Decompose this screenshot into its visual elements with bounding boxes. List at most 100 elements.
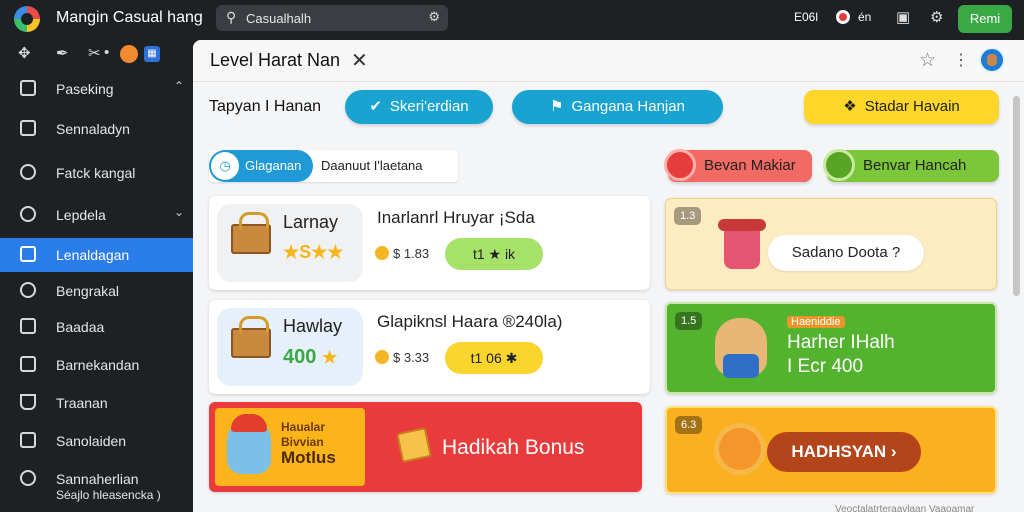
sidebar-item-sanolaiden[interactable]: Sanolaiden	[0, 426, 193, 456]
mascot-icon	[227, 414, 271, 474]
sidebar-item-label: Barnekandan	[56, 357, 140, 373]
home-icon	[20, 432, 36, 448]
mascot-icon	[718, 219, 766, 269]
segment-active[interactable]: ◷ Glaganan	[209, 150, 313, 182]
chest-icon	[231, 316, 271, 358]
sidebar-item-sennaladyn[interactable]: Sennaladyn	[0, 114, 193, 144]
filter-pill-1[interactable]: ✔ Skeri'erdian	[345, 90, 493, 124]
offer-buy-button[interactable]: t1 ★ ik	[445, 238, 543, 270]
calendar-icon	[20, 246, 36, 262]
sidebar-item-label: Sennaladyn	[56, 121, 130, 137]
app-logo-icon	[14, 6, 40, 32]
sidebar-item-bengrakal[interactable]: Bengrakal	[0, 276, 193, 306]
user-icon	[20, 282, 36, 298]
more-icon[interactable]: ⋮	[953, 50, 969, 70]
sidebar-item-label: Baadaa	[56, 319, 105, 335]
search-box[interactable]: ⚲ ⚙	[216, 5, 448, 31]
sidebar-item-barnekandan[interactable]: Barnekandan	[0, 350, 193, 380]
card-action-button[interactable]: HADHSYAN ›	[767, 432, 921, 472]
card-tag: 1.3	[674, 207, 702, 225]
chevron-up-icon[interactable]: ⌃	[174, 79, 184, 93]
star-icon: ★	[321, 348, 338, 367]
record-icon[interactable]	[836, 10, 850, 24]
avatar[interactable]	[979, 47, 1005, 73]
check-icon: ✔	[369, 98, 382, 115]
coin-icon	[375, 246, 389, 260]
dog-mascot-icon	[715, 318, 767, 378]
sun-icon	[719, 428, 761, 470]
card-label: Haeniddie	[787, 316, 845, 328]
button-label: HADHSYAN	[791, 442, 887, 461]
button-label: Benvar Hancah	[863, 157, 967, 174]
page-title: Level Harat Nan	[210, 50, 341, 70]
topbar-item[interactable]: E06l	[794, 10, 818, 24]
sidebar-item-label: Traanan	[56, 395, 108, 411]
bonus-line-3: Motlus	[281, 448, 336, 467]
top-action-button[interactable]: Remi	[958, 5, 1012, 33]
sidebar-item-sannaherlian[interactable]: Sannaherlian Séajlo hleasencka )	[0, 464, 193, 504]
search-options-icon[interactable]: ⚙	[428, 9, 440, 25]
offer-buy-button[interactable]: t1 06 ✱	[445, 342, 543, 374]
share-icon[interactable]: ▣	[896, 8, 910, 26]
red-action-button[interactable]: Bevan Makiar	[664, 149, 812, 182]
card-tag: 6.3	[675, 416, 703, 434]
sidebar: ✥ ✒ ✂ • ▦ Paseking ⌃ Sennaladyn Fatck ka…	[0, 38, 193, 512]
filter-pill-2[interactable]: ⚑ Gangana Hanjan	[512, 90, 723, 124]
chevron-down-icon[interactable]: ⌄	[174, 205, 184, 219]
chat-icon	[20, 470, 36, 486]
move-icon[interactable]: ✥	[18, 44, 31, 62]
speech-bubble: Sadano Doota ?	[768, 235, 924, 271]
badge-icon	[664, 149, 696, 181]
search-icon	[20, 164, 36, 180]
filter-label: Tapyan I Hanan	[209, 98, 322, 115]
side-card-1[interactable]: 1.3 Sadano Doota ?	[665, 198, 997, 290]
sidebar-item-traanan[interactable]: Traanan	[0, 388, 193, 418]
cup-icon	[20, 394, 36, 410]
pill-label: Gangana Hanjan	[571, 98, 685, 115]
sidebar-item-lepdela[interactable]: Lepdela ⌄	[0, 200, 193, 230]
offer-card-2[interactable]: Hawlay 400 ★ Glapiknsl Haara ®240la) $ 3…	[209, 300, 650, 394]
sidebar-item-paseking[interactable]: Paseking ⌃	[0, 74, 193, 104]
search-input[interactable]	[246, 8, 416, 28]
price-value: $ 3.33	[393, 350, 430, 365]
sidebar-item-baadaa[interactable]: Baadaa	[0, 312, 193, 342]
chest-icon	[231, 212, 271, 254]
bonus-badge-text: Haualar Bivvian Motlus	[281, 420, 336, 467]
small-icon[interactable]: •	[104, 44, 109, 61]
grid-icon[interactable]: ▦	[144, 46, 160, 62]
offer-description: Inarlanrl Hruyar ¡Sda	[377, 208, 535, 227]
scrollbar-thumb[interactable]	[1013, 96, 1020, 296]
cut-icon[interactable]: ✂	[88, 44, 101, 62]
plus-icon	[823, 149, 855, 181]
bonus-banner[interactable]: Haualar Bivvian Motlus Hadikah Bonus	[209, 402, 642, 492]
offer-badge: 400 ★	[283, 346, 337, 369]
topbar-item-2[interactable]: én	[858, 10, 871, 24]
scrollbar[interactable]	[1013, 86, 1020, 506]
segmented-control[interactable]: ◷ Glaganan Daanuut I'laetana	[209, 150, 458, 182]
sidebar-item-label: Paseking	[56, 81, 114, 97]
offer-price: $ 3.33	[375, 350, 429, 365]
pen-icon[interactable]: ✒	[56, 44, 69, 62]
bonus-title: Hadikah Bonus	[442, 436, 585, 459]
sidebar-item-fatck-kangal[interactable]: Fatck kangal	[0, 158, 193, 188]
flag-icon: ⚑	[550, 98, 564, 115]
side-card-3[interactable]: 6.3 HADHSYAN ›	[665, 406, 997, 494]
folder-icon	[20, 318, 36, 334]
sidebar-item-lenaldagan[interactable]: Lenaldagan	[0, 238, 193, 272]
offer-card-1[interactable]: Larnay ★S★★ Inarlanrl Hruyar ¡Sda $ 1.83…	[209, 196, 650, 290]
settings-icon[interactable]: ⚙	[930, 8, 943, 26]
close-icon[interactable]: ✕	[351, 48, 368, 73]
green-action-button[interactable]: Benvar Hancah	[823, 149, 999, 182]
card-tag: 1.5	[675, 312, 703, 330]
star-icon[interactable]: ☆	[919, 49, 936, 72]
document-icon	[20, 356, 36, 372]
gift-icon: ❖	[843, 98, 857, 115]
offer-thumb: Larnay ★S★★	[217, 204, 363, 282]
segment-inactive[interactable]: Daanuut I'laetana	[321, 150, 423, 182]
filter-pill-3[interactable]: ❖ Stadar Havain	[804, 90, 999, 124]
emoji-icon[interactable]	[120, 45, 138, 63]
card-subtitle: I Ecr 400	[787, 356, 864, 377]
side-card-2[interactable]: 1.5 Haeniddie Harher IHalh I Ecr 400	[665, 302, 997, 394]
offer-name: Larnay	[283, 212, 339, 232]
sidebar-item-label: Lepdela	[56, 207, 106, 223]
